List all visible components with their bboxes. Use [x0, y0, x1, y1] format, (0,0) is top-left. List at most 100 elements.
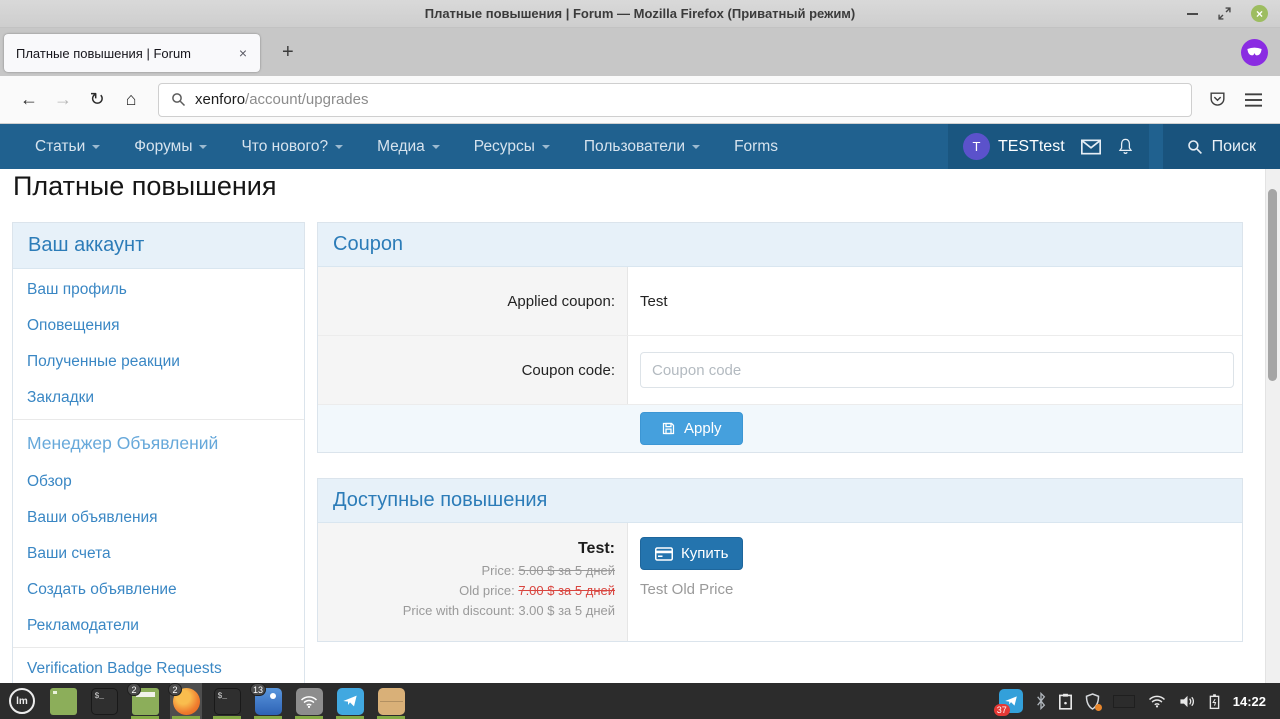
- price-value: 5.00 $ за 5 дней: [518, 563, 615, 578]
- sidebar-item-ads-manager[interactable]: Менеджер Объявлений: [13, 423, 304, 464]
- terminal-icon: $_: [91, 688, 118, 715]
- close-button[interactable]: ×: [1251, 5, 1268, 22]
- tray-wifi-button[interactable]: [1148, 694, 1166, 708]
- apply-button[interactable]: Apply: [640, 412, 743, 445]
- tray-clipboard-button[interactable]: [1059, 693, 1072, 710]
- sidebar-header: Ваш аккаунт: [13, 223, 304, 269]
- scrollbar-track[interactable]: [1265, 169, 1280, 683]
- tray-telegram-button[interactable]: 37: [999, 689, 1023, 713]
- chevron-down-icon: [335, 145, 343, 153]
- sidebar-item-verification-badge-requests[interactable]: Verification Badge Requests: [13, 651, 304, 683]
- taskbar-telegram-button[interactable]: [334, 683, 366, 719]
- taskbar-firefox-button[interactable]: 2: [170, 683, 202, 719]
- nav-item-forums[interactable]: Форумы: [117, 124, 224, 169]
- chevron-down-icon: [92, 145, 100, 153]
- old-price-value: 7.00 $ за 5 дней: [518, 583, 615, 598]
- upgrades-block: Доступные повышения Test: Price: 5.00 $ …: [317, 478, 1243, 642]
- window-count-badge: 2: [127, 683, 141, 696]
- sidebar-item-bookmarks[interactable]: Закладки: [13, 380, 304, 416]
- sidebar-item-overview[interactable]: Обзор: [13, 464, 304, 500]
- account-menu[interactable]: T TESTtest: [963, 133, 1065, 160]
- coupon-code-label: Coupon code:: [318, 336, 628, 404]
- sidebar-item-advertisers[interactable]: Рекламодатели: [13, 608, 304, 644]
- pocket-button[interactable]: [1208, 90, 1227, 109]
- upgrade-row: Test: Price: 5.00 $ за 5 дней Old price:…: [318, 523, 1242, 641]
- sidebar-item-alerts[interactable]: Оповещения: [13, 308, 304, 344]
- sidebar-item-your-ads[interactable]: Ваши объявления: [13, 500, 304, 536]
- sidebar-item-your-profile[interactable]: Ваш профиль: [13, 272, 304, 308]
- chevron-down-icon: [199, 145, 207, 153]
- tab-close-icon[interactable]: ×: [234, 43, 252, 63]
- applied-coupon-value: Test: [628, 267, 1242, 335]
- tray-bluetooth-button[interactable]: [1036, 692, 1046, 710]
- taskbar-notes-button[interactable]: [375, 683, 407, 719]
- envelope-icon: [1081, 139, 1101, 155]
- clock[interactable]: 14:22: [1233, 694, 1266, 709]
- window-title: Платные повышения | Forum — Mozilla Fire…: [0, 6, 1280, 21]
- taskbar-terminal-button[interactable]: $_: [88, 683, 120, 719]
- restore-icon: [1218, 7, 1231, 20]
- home-button[interactable]: ⌂: [114, 89, 148, 110]
- search-icon: [171, 92, 186, 107]
- taskbar-folder-button[interactable]: 2: [129, 683, 161, 719]
- nav-item-members[interactable]: Пользователи: [567, 124, 717, 169]
- nav-label: Forms: [734, 138, 778, 156]
- user-section: T TESTtest: [948, 124, 1149, 169]
- taskbar-menu-button[interactable]: lm: [6, 683, 38, 719]
- close-icon: ×: [1256, 8, 1263, 20]
- avatar: T: [963, 133, 990, 160]
- search-button[interactable]: Поиск: [1163, 124, 1280, 169]
- buy-button[interactable]: Купить: [640, 537, 743, 570]
- menu-button[interactable]: [1245, 93, 1262, 107]
- tray-battery-button[interactable]: [1209, 693, 1220, 710]
- scrollbar-thumb[interactable]: [1268, 189, 1277, 381]
- coupon-code-input[interactable]: [640, 352, 1234, 388]
- sidebar-item-reactions-received[interactable]: Полученные реакции: [13, 344, 304, 380]
- tray-shield-button[interactable]: [1085, 693, 1100, 710]
- bell-icon: [1117, 137, 1134, 156]
- reload-button[interactable]: ↻: [80, 89, 114, 110]
- nav-item-media[interactable]: Медиа: [360, 124, 457, 169]
- keyboard-layout-ru-flag[interactable]: [1113, 695, 1135, 708]
- upgrade-info: Test: Price: 5.00 $ за 5 дней Old price:…: [318, 523, 628, 641]
- nav-item-whats-new[interactable]: Что нового?: [224, 124, 360, 169]
- forward-button[interactable]: →: [46, 89, 80, 110]
- restore-button[interactable]: [1218, 7, 1231, 20]
- nav-item-articles[interactable]: Статьи: [18, 124, 117, 169]
- notes-icon: [378, 688, 405, 715]
- upgrade-actions: Купить Test Old Price: [628, 523, 1242, 641]
- mint-logo-icon: lm: [9, 688, 35, 714]
- taskbar-messenger-button[interactable]: 13: [252, 683, 284, 719]
- coupon-footer: Apply: [318, 405, 1242, 452]
- sidebar-group-verification: Verification Badge Requests: [13, 647, 304, 683]
- sidebar-item-your-invoices[interactable]: Ваши счета: [13, 536, 304, 572]
- nav-item-resources[interactable]: Ресурсы: [457, 124, 567, 169]
- upgrade-name: Test:: [318, 540, 615, 558]
- back-button[interactable]: ←: [12, 89, 46, 110]
- nav-item-forms[interactable]: Forms: [717, 124, 795, 169]
- tray-volume-button[interactable]: [1179, 694, 1196, 709]
- forum-nav: Статьи Форумы Что нового? Медиа Ресурсы …: [0, 124, 1280, 169]
- apply-label: Apply: [684, 420, 722, 437]
- minimize-button[interactable]: [1187, 13, 1198, 15]
- upgrades-header: Доступные повышения: [318, 479, 1242, 523]
- new-tab-button[interactable]: +: [270, 39, 306, 66]
- conversations-button[interactable]: [1081, 139, 1101, 155]
- sidebar-item-create-ad[interactable]: Создать объявление: [13, 572, 304, 608]
- upgrade-price-line: Price: 5.00 $ за 5 дней: [318, 561, 615, 581]
- browser-tab[interactable]: Платные повышения | Forum ×: [4, 34, 260, 72]
- discount-value: 3.00 $ за 5 дней: [518, 603, 615, 618]
- taskbar-terminal2-button[interactable]: $_: [211, 683, 243, 719]
- url-bar[interactable]: xenforo/account/upgrades: [158, 83, 1192, 117]
- window-titlebar: Платные повышения | Forum — Mozilla Fire…: [0, 0, 1280, 28]
- tab-title: Платные повышения | Forum: [16, 46, 234, 61]
- nav-label: Пользователи: [584, 138, 685, 156]
- alerts-button[interactable]: [1117, 137, 1134, 156]
- chevron-down-icon: [542, 145, 550, 153]
- taskbar-network-button[interactable]: [293, 683, 325, 719]
- telegram-icon: [337, 688, 364, 715]
- toolbar-right: [1202, 90, 1268, 109]
- taskbar-filemanager-button[interactable]: [47, 683, 79, 719]
- price-label: Price:: [481, 563, 514, 578]
- buy-label: Купить: [681, 545, 728, 562]
